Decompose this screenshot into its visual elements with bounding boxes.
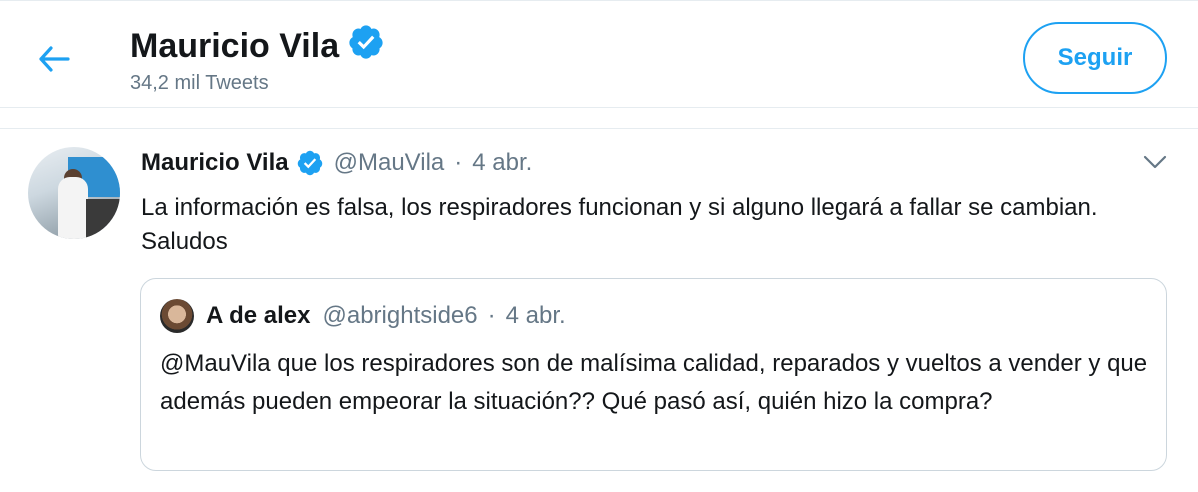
separator-dot: · — [454, 149, 463, 176]
follow-button[interactable]: Seguir — [1023, 22, 1167, 94]
verified-badge-icon — [296, 149, 324, 177]
tweet-menu-button[interactable] — [1140, 151, 1170, 173]
quoted-tweet-date: 4 abr. — [505, 302, 566, 329]
tweet-text: La información es falsa, los respiradore… — [141, 194, 1098, 255]
back-button[interactable] — [32, 37, 76, 81]
section-divider — [0, 108, 1198, 129]
avatar — [160, 299, 194, 333]
profile-name: Mauricio Vila — [130, 27, 340, 65]
quoted-tweet-text: @MauVila que los respiradores son de mal… — [160, 350, 1148, 415]
arrow-left-icon — [39, 46, 70, 72]
avatar[interactable] — [28, 147, 120, 239]
quoted-author-handle: @abrightside6 — [322, 302, 478, 329]
tweet-date[interactable]: 4 abr. — [472, 149, 532, 177]
profile-header: Mauricio Vila 34,2 mil Tweets Seguir — [0, 0, 1198, 108]
quoted-tweet-header: A de alex @abrightside6 · 4 abr. — [160, 299, 566, 333]
quoted-author-name: A de alex — [206, 302, 311, 329]
tweet-author-handle[interactable]: @MauVila — [334, 149, 445, 177]
tweet-header: Mauricio Vila @MauVila · 4 abr. — [141, 149, 532, 177]
separator-dot: · — [487, 302, 496, 329]
chevron-down-icon — [1143, 155, 1167, 169]
verified-badge-icon — [347, 23, 385, 70]
tweet[interactable]: Mauricio Vila @MauVila · 4 abr. La infor… — [0, 129, 1198, 492]
tweet-count: 34,2 mil Tweets — [130, 72, 269, 94]
profile-title: Mauricio Vila — [130, 23, 385, 70]
quoted-tweet[interactable]: A de alex @abrightside6 · 4 abr. @MauVil… — [140, 278, 1167, 471]
tweet-author-name[interactable]: Mauricio Vila — [141, 149, 289, 177]
